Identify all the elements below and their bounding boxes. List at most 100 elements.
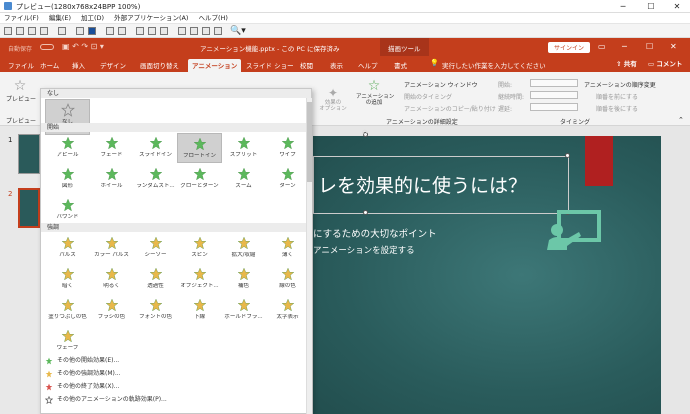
- close-icon[interactable]: ✕: [664, 0, 690, 13]
- gallery-item-emphasis[interactable]: 下線: [177, 295, 222, 325]
- slide-thumbnail-1[interactable]: [18, 134, 40, 174]
- settings-icon[interactable]: [178, 27, 186, 35]
- gallery-item-emphasis[interactable]: 塗りつぶしの色: [45, 295, 90, 325]
- qat-icons[interactable]: ▣ ↶ ↷ ⊡ ▾: [62, 42, 104, 51]
- gallery-item-entrance[interactable]: ランダムスト...: [133, 164, 178, 194]
- gallery-item-emphasis[interactable]: 明るく: [89, 264, 134, 294]
- menu-help[interactable]: ヘルプ(H): [198, 13, 227, 23]
- gallery-item-entrance[interactable]: フェード: [89, 133, 134, 163]
- capture-icon[interactable]: [106, 27, 114, 35]
- more-exit-effects[interactable]: その他の終了効果(X)...: [45, 381, 120, 391]
- gallery-item-emphasis[interactable]: パルス: [45, 233, 90, 263]
- preview-button[interactable]: ☆ プレビュー: [6, 78, 36, 103]
- comment-button[interactable]: ▭ コメント: [648, 58, 682, 68]
- save-icon[interactable]: [16, 27, 24, 35]
- slide-thumbnail-2[interactable]: [18, 188, 40, 228]
- maximize-icon[interactable]: ☐: [638, 0, 664, 13]
- disk-icon[interactable]: [88, 27, 96, 35]
- more-motion-paths[interactable]: その他のアニメーションの軌跡効果(P)...: [44, 394, 167, 404]
- tab-insert[interactable]: 挿入: [72, 60, 85, 70]
- gallery-item-emphasis[interactable]: ボールドフラ...: [221, 295, 266, 325]
- gallery-item-entrance[interactable]: スライドイン: [133, 133, 178, 163]
- gallery-item-entrance[interactable]: バウンド: [45, 195, 90, 225]
- animation-painter-button[interactable]: アニメーションのコピー/貼り付け: [404, 104, 496, 113]
- duration-input[interactable]: [530, 91, 578, 99]
- gallery-scroll-thumb[interactable]: [307, 102, 312, 182]
- tab-review[interactable]: 校閲: [300, 60, 313, 70]
- trigger-button[interactable]: 開始のタイミング: [404, 92, 452, 101]
- ppt-restore-icon[interactable]: ☐: [646, 42, 653, 51]
- gallery-item-emphasis[interactable]: ウェーブ: [45, 326, 90, 356]
- signin-button[interactable]: サインイン: [548, 42, 591, 53]
- tab-format[interactable]: 書式: [394, 60, 407, 70]
- slide-canvas[interactable]: レを効果的に使うには？ ⟳ にするための大切なポイント アニメーションを設定する: [313, 128, 661, 414]
- slide-title-box[interactable]: レを効果的に使うには？: [313, 156, 569, 214]
- gallery-item-entrance[interactable]: グローとターン: [177, 164, 222, 194]
- tab-view[interactable]: 表示: [330, 60, 343, 70]
- autosave-toggle[interactable]: [40, 44, 54, 50]
- more-entrance-effects[interactable]: その他の開始効果(E)...: [45, 355, 119, 365]
- gallery-item-emphasis[interactable]: 拡大/収縮: [221, 233, 266, 263]
- gallery-item-entrance[interactable]: ズーム: [221, 164, 266, 194]
- undo-icon[interactable]: [58, 27, 66, 35]
- add-animation-button[interactable]: ☆ アニメーション の追加: [356, 78, 394, 106]
- animation-pane-button[interactable]: アニメーション ウィンドウ: [404, 80, 478, 89]
- gallery-item-emphasis[interactable]: 線の色: [265, 264, 310, 294]
- more-emphasis-effects[interactable]: その他の強調効果(M)...: [45, 368, 121, 378]
- gallery-item-entrance[interactable]: ターン: [265, 164, 310, 194]
- effect-options-button[interactable]: ✦ 効果の オプション: [318, 86, 348, 112]
- rect-icon[interactable]: [160, 27, 168, 35]
- gallery-item-emphasis[interactable]: シーソー: [133, 233, 178, 263]
- gallery-item-emphasis[interactable]: 暗く: [45, 264, 90, 294]
- gallery-item-emphasis[interactable]: 補色: [221, 264, 266, 294]
- ribbon-display-icon[interactable]: ▭: [598, 42, 606, 51]
- gallery-item-entrance[interactable]: 図形: [45, 164, 90, 194]
- gallery-item-emphasis[interactable]: スピン: [177, 233, 222, 263]
- share-button[interactable]: ⇧ 共有: [616, 58, 637, 68]
- window-icon[interactable]: [136, 27, 144, 35]
- gallery-item-emphasis[interactable]: 薄く: [265, 233, 310, 263]
- gallery-item-emphasis[interactable]: フォントの色: [133, 295, 178, 325]
- print-icon[interactable]: [76, 27, 84, 35]
- gallery-item-emphasis[interactable]: カラー パルス: [89, 233, 134, 263]
- tab-home[interactable]: ホーム: [40, 60, 59, 70]
- crop-icon[interactable]: [118, 27, 126, 35]
- minimize-icon[interactable]: ─: [610, 0, 636, 13]
- resize-handle[interactable]: [565, 153, 570, 158]
- copy-icon[interactable]: [28, 27, 36, 35]
- gallery-item-entrance[interactable]: スプリット: [221, 133, 266, 163]
- region-icon[interactable]: [148, 27, 156, 35]
- rotate-handle[interactable]: ⟳: [362, 128, 369, 137]
- open-icon[interactable]: [4, 27, 12, 35]
- zoom-icon[interactable]: 🔍▾: [230, 26, 246, 36]
- tab-transitions[interactable]: 画面切り替え: [140, 60, 179, 70]
- collapse-ribbon-icon[interactable]: ⌃: [678, 116, 684, 124]
- gallery-item-entrance[interactable]: ホイール: [89, 164, 134, 194]
- tab-help[interactable]: ヘルプ: [358, 60, 378, 70]
- move-earlier-button[interactable]: 順番を前にする: [596, 92, 638, 101]
- ppt-close-icon[interactable]: ✕: [670, 42, 677, 51]
- paint-icon[interactable]: [190, 27, 198, 35]
- move-later-button[interactable]: 順番を後にする: [596, 104, 638, 113]
- menu-edit[interactable]: 編集(E): [49, 13, 71, 23]
- gallery-scrollbar[interactable]: [306, 98, 312, 414]
- tab-file[interactable]: ファイル: [8, 60, 34, 70]
- start-select[interactable]: [530, 79, 578, 87]
- delay-input[interactable]: [530, 103, 578, 111]
- paste-icon[interactable]: [40, 27, 48, 35]
- tell-me-input[interactable]: 実行したい作業を入力してください: [442, 60, 546, 70]
- menu-file[interactable]: ファイル(F): [4, 13, 39, 23]
- resize-handle[interactable]: [363, 210, 368, 215]
- hand-icon[interactable]: [202, 27, 210, 35]
- menu-external-apps[interactable]: 外部アプリケーション(A): [114, 13, 188, 23]
- gallery-item-emphasis[interactable]: 透過性: [133, 264, 178, 294]
- gallery-item-emphasis[interactable]: 太字表示: [265, 295, 310, 325]
- gallery-item-entrance[interactable]: ワイプ: [265, 133, 310, 163]
- gallery-item-entrance[interactable]: アピール: [45, 133, 90, 163]
- ppt-minimize-icon[interactable]: ─: [622, 42, 627, 51]
- gallery-item-emphasis[interactable]: ブラシの色: [89, 295, 134, 325]
- gallery-item-emphasis[interactable]: オブジェクト...: [177, 264, 222, 294]
- tab-slideshow[interactable]: スライド ショー: [246, 60, 294, 70]
- gallery-item-entrance[interactable]: フロートイン: [177, 133, 222, 163]
- edit-icon[interactable]: [214, 27, 222, 35]
